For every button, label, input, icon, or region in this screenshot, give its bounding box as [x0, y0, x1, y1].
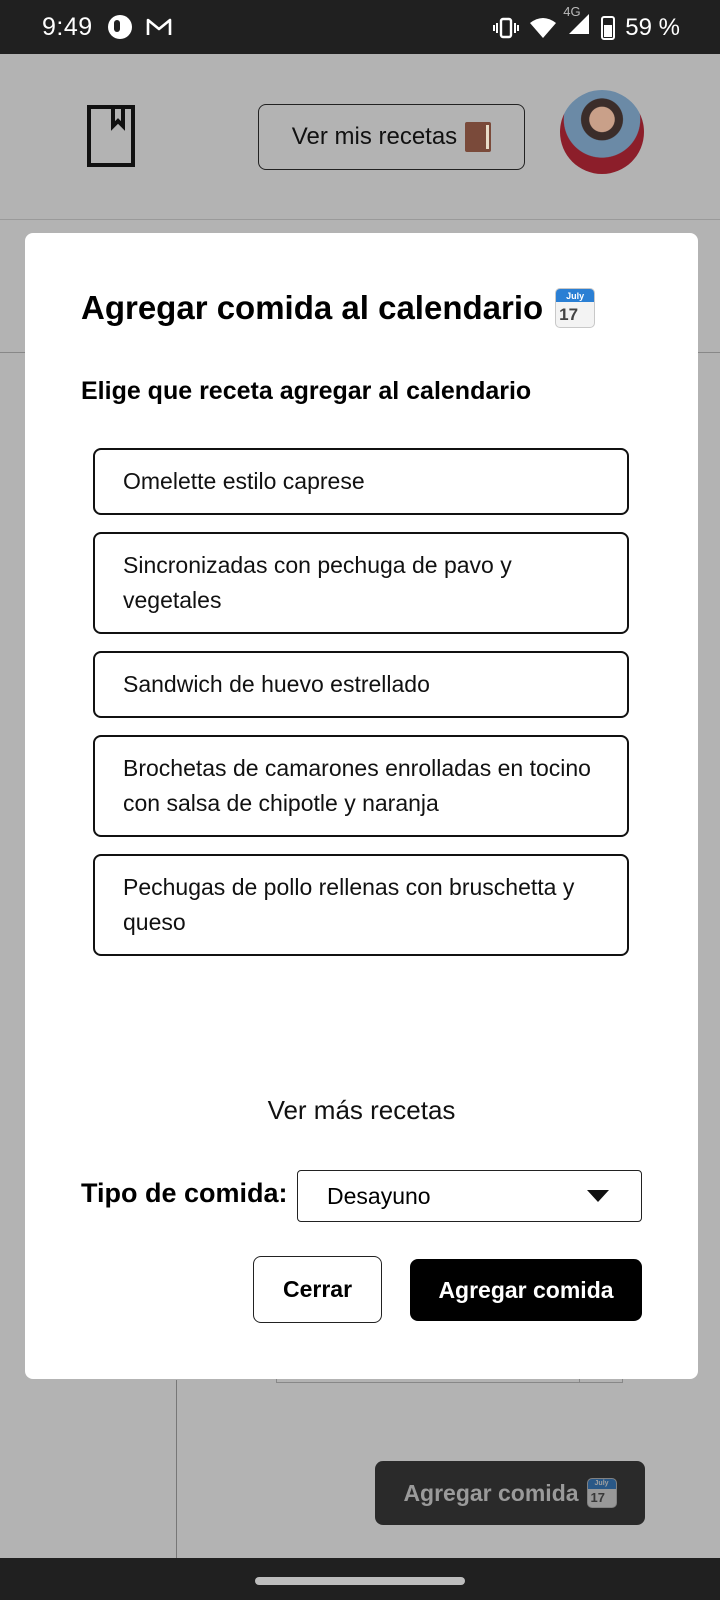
- status-bar: 9:49 4G 59 %: [0, 0, 720, 54]
- battery-percent: 59 %: [625, 13, 680, 41]
- ver-mis-recetas-button[interactable]: Ver mis recetas: [258, 104, 525, 170]
- status-icons: 4G 59 %: [493, 4, 680, 43]
- recipe-option[interactable]: Sandwich de huevo estrellado: [93, 651, 629, 718]
- background-agregar-comida-label: Agregar comida: [403, 1479, 579, 1506]
- bookmark-icon[interactable]: [86, 104, 136, 168]
- vibrate-icon: [493, 17, 520, 38]
- meal-type-select[interactable]: Desayuno: [297, 1170, 642, 1222]
- navigation-bar: [0, 1558, 720, 1600]
- book-icon: [465, 122, 492, 152]
- calendar-icon: July 17: [555, 288, 596, 328]
- meal-type-label: Tipo de comida:: [81, 1178, 288, 1208]
- background-agregar-comida-button: Agregar comida July 17: [375, 1461, 645, 1525]
- calendar-month: July: [556, 289, 595, 302]
- meal-type-value: Desayuno: [327, 1182, 431, 1209]
- recipe-option[interactable]: Omelette estilo caprese: [93, 448, 629, 515]
- calendar-day: 17: [559, 305, 579, 324]
- recipe-option[interactable]: Sincronizadas con pechuga de pavo y vege…: [93, 532, 629, 634]
- add-meal-button[interactable]: Agregar comida: [410, 1259, 642, 1321]
- gmail-icon: [146, 18, 172, 35]
- recipe-option[interactable]: Brochetas de camarones enrolladas en toc…: [93, 735, 629, 837]
- close-button[interactable]: Cerrar: [253, 1256, 382, 1323]
- dropdown-arrow-icon: [587, 1190, 609, 1202]
- network-type: 4G: [563, 4, 581, 19]
- dialog-title: Agregar comida al calendario July 17: [81, 288, 596, 328]
- wifi-icon: [530, 17, 557, 38]
- divider: [176, 1380, 177, 1560]
- calendar-icon: July 17: [586, 1478, 617, 1508]
- home-gesture-handle[interactable]: [255, 1577, 465, 1585]
- signal-icon: 4G: [563, 4, 591, 43]
- app-notification-icon: [108, 15, 132, 39]
- ver-mis-recetas-label: Ver mis recetas: [291, 123, 458, 150]
- recipe-option[interactable]: Pechugas de pollo rellenas con bruschett…: [93, 854, 629, 956]
- add-meal-dialog: Agregar comida al calendario July 17 Eli…: [25, 233, 698, 1379]
- status-time: 9:49: [42, 13, 93, 41]
- battery-charging-icon: [601, 15, 616, 40]
- dialog-subtitle: Elige que receta agregar al calendario: [81, 377, 532, 405]
- avatar[interactable]: [560, 90, 644, 174]
- ver-mas-recetas-link[interactable]: Ver más recetas: [25, 1095, 698, 1126]
- dialog-title-text: Agregar comida al calendario: [81, 289, 544, 326]
